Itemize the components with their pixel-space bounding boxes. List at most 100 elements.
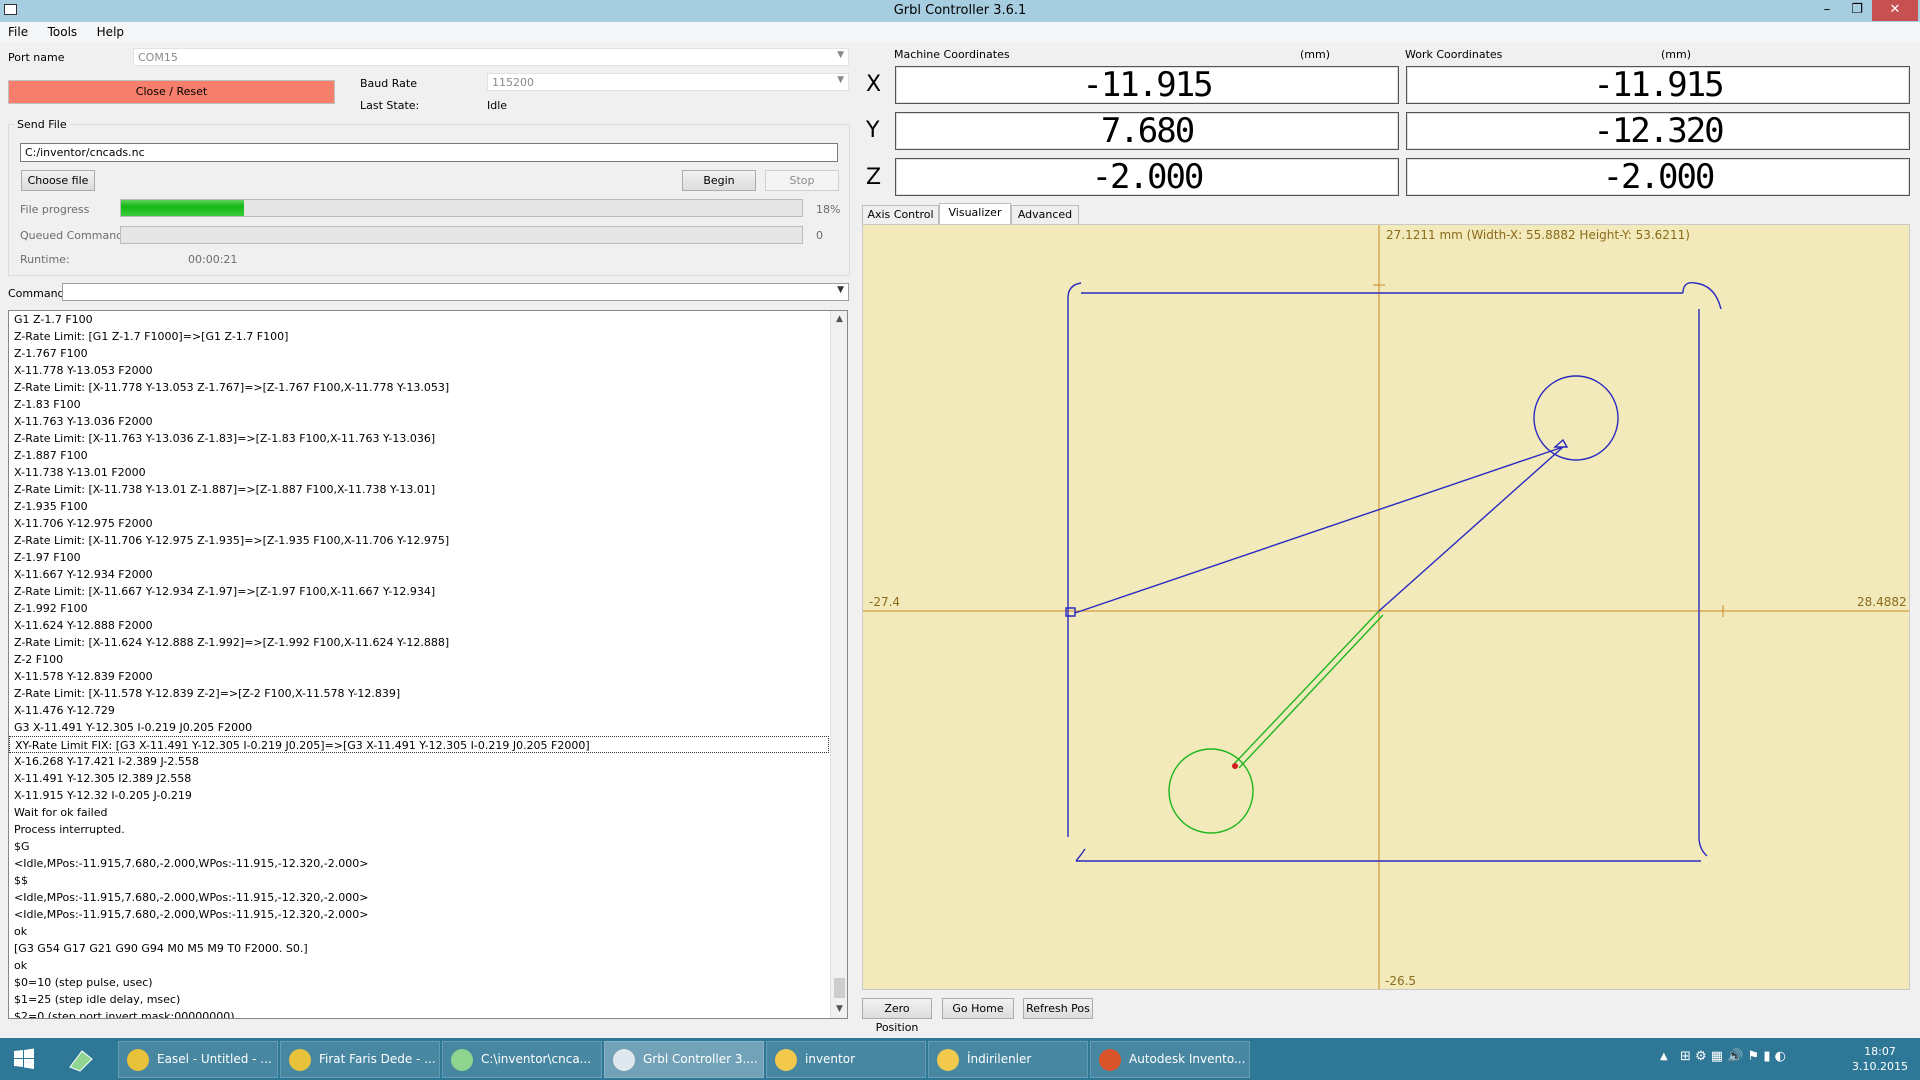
machine-coordinates-label: Machine Coordinates: [894, 48, 1010, 61]
go-home-button[interactable]: Go Home: [942, 998, 1014, 1019]
y-min-label: -26.5: [1385, 974, 1416, 988]
tab-visualizer[interactable]: Visualizer: [939, 203, 1011, 225]
x-min-label: -27.4: [869, 595, 900, 609]
taskbar-item[interactable]: Easel - Untitled - ...: [118, 1041, 278, 1078]
console-output[interactable]: G1 Z-1.7 F100 Z-Rate Limit: [G1 Z-1.7 F10…: [8, 310, 848, 1019]
tray-icons[interactable]: ⊞ ⚙ ▦ 🔊 ⚑ ▮ ◐: [1680, 1049, 1786, 1064]
file-progress-percent: 18%: [816, 203, 841, 216]
taskbar-item-label: İndirilenler: [967, 1052, 1032, 1066]
menu-file[interactable]: File: [0, 22, 36, 39]
port-name-combo[interactable]: COM15 ▼: [133, 48, 849, 66]
circle-lower-left: [1168, 748, 1254, 834]
console-line: X-11.578 Y-12.839 F2000: [14, 670, 153, 683]
work-coordinates-label: Work Coordinates: [1405, 48, 1503, 61]
taskbar-item[interactable]: İndirilenler: [928, 1041, 1088, 1078]
visualizer-panel[interactable]: 27.1211 mm (Width-X: 55.8882 Height-Y: 5…: [862, 224, 1910, 990]
tab-advanced[interactable]: Advanced: [1011, 205, 1079, 225]
clock-date: 3.10.2015: [1852, 1060, 1908, 1073]
pinned-app-icon: [69, 1050, 93, 1072]
console-line: Z-1.83 F100: [14, 398, 81, 411]
taskbar-item[interactable]: Firat Faris Dede - ...: [280, 1041, 440, 1078]
console-line: X-11.738 Y-13.01 F2000: [14, 466, 146, 479]
console-line: <Idle,MPos:-11.915,7.680,-2.000,WPos:-11…: [14, 908, 369, 921]
menu-tools[interactable]: Tools: [40, 22, 86, 39]
zero-position-button[interactable]: Zero Position: [862, 998, 932, 1034]
visualizer-canvas: 27.1211 mm (Width-X: 55.8882 Height-Y: 5…: [863, 225, 1909, 989]
runtime-label: Runtime:: [20, 253, 70, 266]
choose-file-button[interactable]: Choose file: [21, 170, 95, 191]
taskbar-item[interactable]: C:\inventor\cnca...: [442, 1041, 602, 1078]
windows-logo-icon: [14, 1048, 34, 1069]
completed-path: [1168, 610, 1384, 834]
last-state-value: Idle: [487, 99, 508, 112]
circle-upper-right: [1533, 375, 1619, 461]
scroll-down-icon[interactable]: ▼: [831, 1001, 847, 1018]
machine-y-display: 7.680: [895, 112, 1399, 150]
completed-line: [1232, 610, 1380, 766]
tray-overflow-icon[interactable]: ▲: [1660, 1051, 1668, 1062]
close-reset-button[interactable]: Close / Reset: [8, 80, 335, 104]
begin-button[interactable]: Begin: [682, 170, 756, 191]
refresh-pos-button[interactable]: Refresh Pos: [1023, 998, 1093, 1019]
file-path-input[interactable]: C:/inventor/cncads.nc: [20, 143, 838, 162]
console-line: ok: [14, 959, 28, 972]
menu-help[interactable]: Help: [89, 22, 132, 39]
console-line: X-11.706 Y-12.975 F2000: [14, 517, 153, 530]
console-line: X-11.763 Y-13.036 F2000: [14, 415, 153, 428]
scroll-thumb[interactable]: [834, 978, 845, 998]
console-line: $G: [14, 840, 30, 853]
stop-button[interactable]: Stop: [765, 170, 839, 191]
close-window-button[interactable]: ✕: [1872, 0, 1918, 21]
traverse-to-circle: [1074, 446, 1564, 614]
console-line: Z-Rate Limit: [X-11.706 Y-12.975 Z-1.935…: [14, 534, 450, 547]
baud-rate-combo[interactable]: 115200 ▼: [487, 73, 849, 91]
console-line: Z-1.767 F100: [14, 347, 88, 360]
console-line: X-11.476 Y-12.729: [14, 704, 115, 717]
circle-entry-marker: [1553, 438, 1569, 448]
frame-left-edge: [1067, 282, 1082, 837]
folder-icon: [937, 1049, 959, 1071]
console-line: Z-Rate Limit: [X-11.738 Y-13.01 Z-1.887]…: [14, 483, 436, 496]
restore-button[interactable]: ❐: [1844, 0, 1870, 21]
queued-commands-value: 0: [816, 229, 823, 242]
taskbar-item[interactable]: Grbl Controller 3....: [604, 1041, 764, 1078]
machine-z-display: -2.000: [895, 158, 1399, 196]
console-line: X-11.491 Y-12.305 I2.389 J2.558: [14, 772, 192, 785]
frame-bottom-left-corner: [1075, 848, 1086, 862]
traverse-to-origin: [1378, 446, 1564, 612]
console-line: $1=25 (step idle delay, msec): [14, 993, 181, 1006]
x-max-label: 28.4882: [1857, 595, 1907, 609]
console-line: $2=0 (step port invert mask:00000000): [14, 1010, 235, 1018]
inventor-icon: [1099, 1049, 1121, 1071]
console-line: <Idle,MPos:-11.915,7.680,-2.000,WPos:-11…: [14, 891, 369, 904]
console-line: Z-1.992 F100: [14, 602, 88, 615]
taskbar-pinned-app[interactable]: [58, 1041, 104, 1078]
console-line: G3 X-11.491 Y-12.305 I-0.219 J0.205 F200…: [14, 721, 253, 734]
axis-y-label: Y: [866, 118, 880, 143]
console-line: [G3 G54 G17 G21 G90 G94 M0 M5 M9 T0 F200…: [14, 942, 308, 955]
console-scrollbar[interactable]: ▲ ▼: [830, 311, 847, 1018]
console-line: $$: [14, 874, 28, 887]
chevron-down-icon: ▼: [837, 50, 844, 60]
axis-x-label: X: [866, 72, 882, 97]
taskbar-item-label: Firat Faris Dede - ...: [319, 1052, 436, 1066]
menu-bar: File Tools Help: [0, 22, 1920, 42]
taskbar-item-label: C:\inventor\cnca...: [481, 1052, 592, 1066]
tray-clock[interactable]: 18:07 3.10.2015: [1840, 1038, 1920, 1080]
console-line: Z-1.887 F100: [14, 449, 88, 462]
machine-x-display: -11.915: [895, 66, 1399, 104]
visualizer-header: 27.1211 mm (Width-X: 55.8882 Height-Y: 5…: [1386, 228, 1690, 242]
taskbar-item-label: inventor: [805, 1052, 856, 1066]
taskbar: Easel - Untitled - ... Firat Faris Dede -…: [0, 1038, 1920, 1080]
grbl-icon: [613, 1049, 635, 1071]
start-button[interactable]: [0, 1038, 48, 1080]
taskbar-item[interactable]: Autodesk Invento...: [1090, 1041, 1250, 1078]
file-progress-label: File progress: [20, 203, 90, 216]
console-line: Z-Rate Limit: [X-11.763 Y-13.036 Z-1.83]…: [14, 432, 436, 445]
scroll-up-icon[interactable]: ▲: [831, 311, 847, 328]
tab-axis-control[interactable]: Axis Control: [862, 205, 939, 225]
minimize-button[interactable]: –: [1814, 0, 1840, 21]
taskbar-item[interactable]: inventor: [766, 1041, 926, 1078]
console-line: Z-Rate Limit: [X-11.578 Y-12.839 Z-2]=>[…: [14, 687, 401, 700]
command-input[interactable]: ▼: [62, 283, 849, 301]
